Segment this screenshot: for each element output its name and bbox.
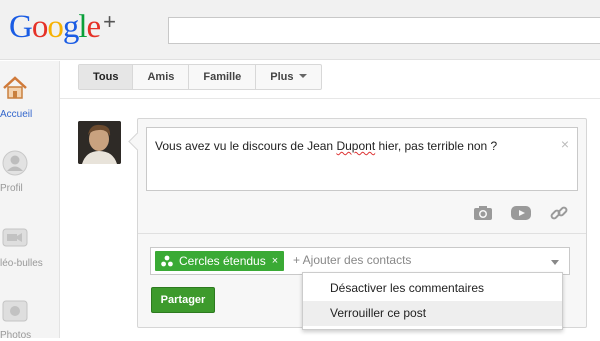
search-input[interactable]	[168, 17, 600, 44]
top-bar: Google +	[0, 0, 600, 60]
post-text-start: Vous avez vu le discours de Jean	[155, 139, 337, 153]
post-text-misspelled: Dupont	[336, 139, 376, 153]
share-button[interactable]: Partager	[151, 287, 215, 313]
sidebar: Accueil Profil léo-bulles Photos	[0, 61, 60, 341]
circle-chip[interactable]: Cercles étendus ×	[155, 251, 285, 271]
circles-icon	[161, 255, 173, 267]
profile-icon	[2, 150, 28, 176]
sidebar-item-label: Profil	[0, 183, 23, 194]
menu-item-lock-post[interactable]: Verrouiller ce post	[303, 301, 562, 326]
post-text-end: hier, pas terrible non ?	[375, 139, 498, 153]
close-icon[interactable]: ×	[561, 136, 569, 152]
sidebar-item-label: Accueil	[0, 109, 33, 120]
sidebar-item-label: Photos	[0, 330, 32, 341]
tab-more-label: Plus	[270, 71, 294, 83]
menu-item-disable-comments[interactable]: Désactiver les commentaires	[303, 276, 562, 301]
photos-icon	[2, 298, 28, 324]
stream-tabs: Tous Amis Famille Plus	[78, 64, 322, 90]
remove-icon[interactable]: ×	[272, 251, 278, 271]
media-attach-row	[472, 203, 570, 223]
share-options-menu: Désactiver les commentaires Verrouiller …	[302, 272, 563, 330]
tab-more[interactable]: Plus	[256, 65, 320, 89]
add-contacts-input[interactable]: + Ajouter des contacts	[293, 253, 411, 267]
tab-all[interactable]: Tous	[79, 65, 134, 89]
avatar[interactable]	[78, 121, 121, 164]
tab-friends[interactable]: Amis	[133, 65, 190, 89]
tab-family[interactable]: Famille	[189, 65, 257, 89]
divider	[138, 233, 586, 234]
divider	[60, 98, 600, 99]
chevron-down-icon[interactable]	[551, 260, 559, 265]
video-icon[interactable]	[510, 203, 532, 223]
home-icon	[2, 75, 28, 101]
link-icon[interactable]	[548, 203, 570, 223]
camera-icon[interactable]	[472, 203, 494, 223]
chip-label: Cercles étendus	[179, 254, 266, 268]
google-plus-logo[interactable]: Google +	[9, 9, 116, 46]
chevron-down-icon	[298, 74, 307, 78]
recipients-field[interactable]: Cercles étendus × + Ajouter des contacts	[150, 247, 570, 275]
sidebar-item-label: léo-bulles	[0, 258, 43, 269]
post-text-field[interactable]: Vous avez vu le discours de Jean Dupont …	[146, 127, 578, 191]
hangout-icon	[2, 225, 28, 251]
